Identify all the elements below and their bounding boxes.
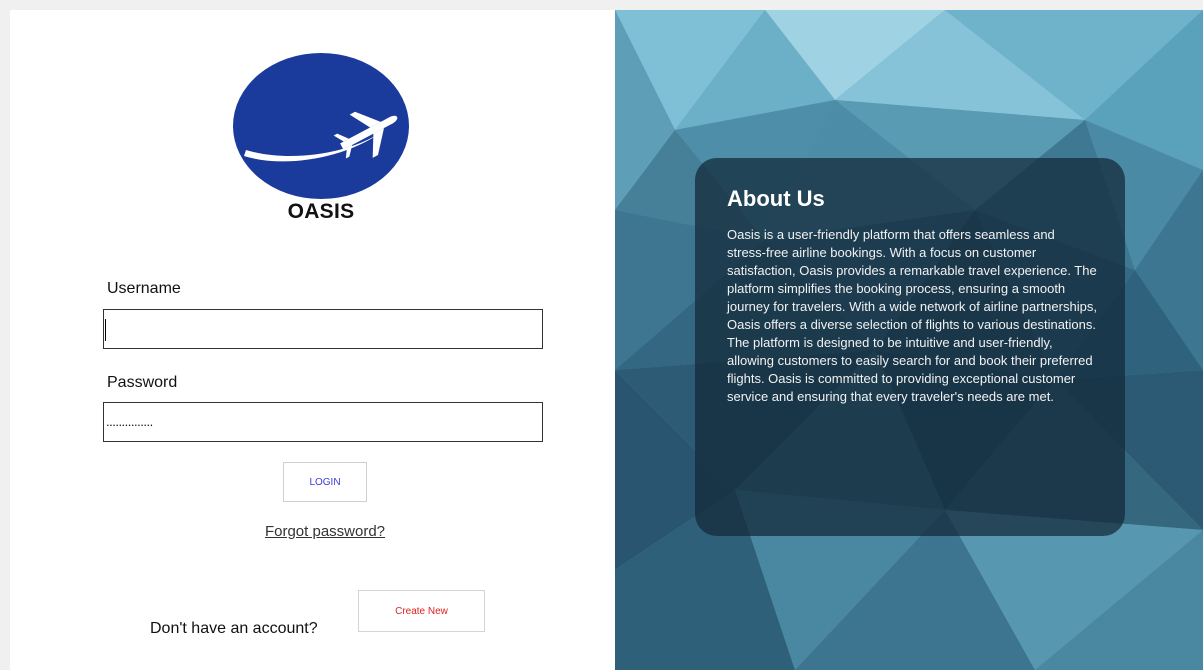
- password-label: Password: [107, 374, 178, 391]
- username-label: Username: [107, 280, 181, 297]
- app-window: OASIS Username Password ............... …: [10, 10, 1203, 670]
- password-mask: ...............: [106, 414, 153, 429]
- create-account-button[interactable]: Create New: [358, 590, 485, 632]
- about-title: About Us: [727, 186, 825, 211]
- airplane-logo-icon: [233, 53, 409, 199]
- login-panel: OASIS Username Password ............... …: [10, 10, 615, 670]
- username-input[interactable]: [103, 309, 543, 349]
- about-body: Oasis is a user-friendly platform that o…: [727, 227, 1097, 404]
- login-button[interactable]: LOGIN: [283, 462, 367, 502]
- no-account-text: Don't have an account?: [150, 620, 318, 637]
- about-card: About Us Oasis is a user-friendly platfo…: [695, 158, 1125, 536]
- password-input[interactable]: [103, 402, 543, 442]
- about-panel: About Us Oasis is a user-friendly platfo…: [615, 10, 1203, 670]
- forgot-password-link[interactable]: Forgot password?: [210, 523, 440, 540]
- brand-name: OASIS: [287, 200, 355, 223]
- text-caret: [105, 319, 106, 341]
